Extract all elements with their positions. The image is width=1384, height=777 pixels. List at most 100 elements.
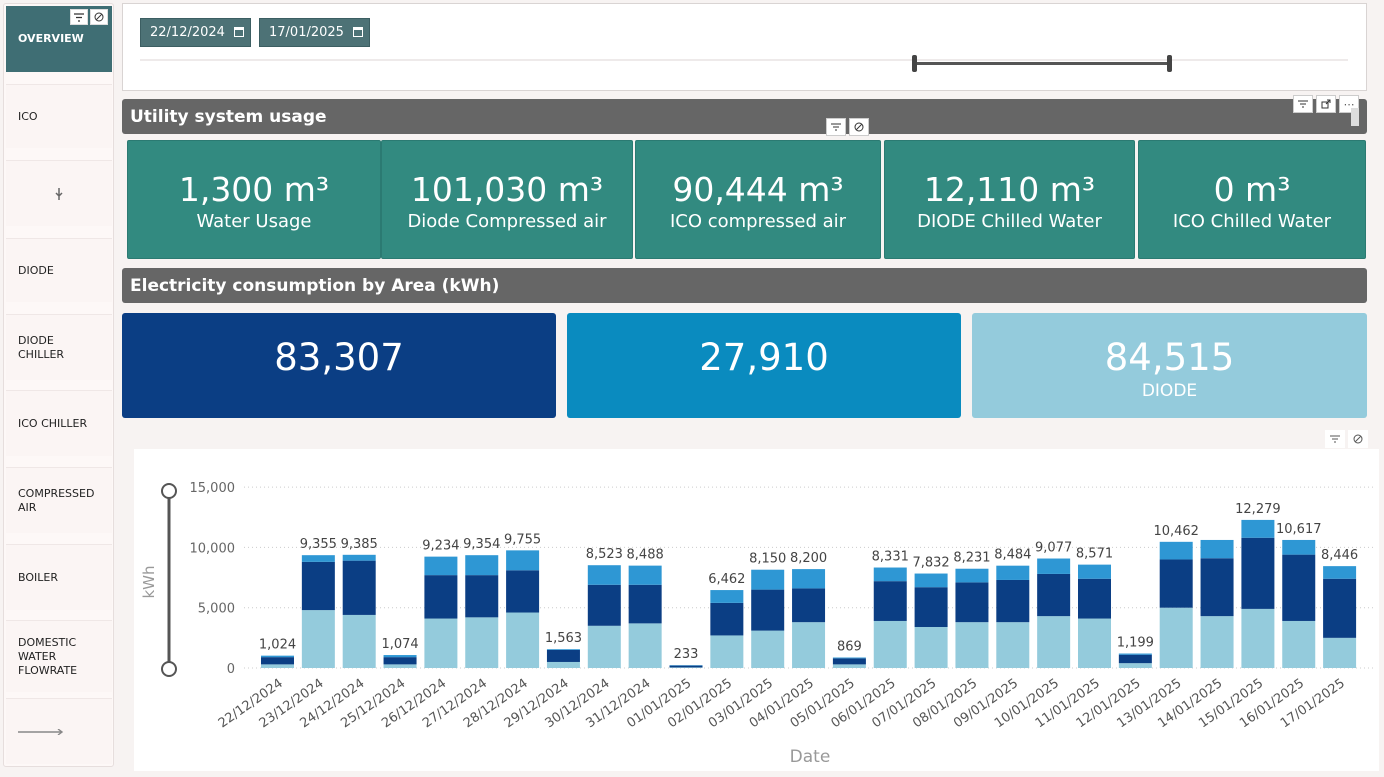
no-filter-icon[interactable] bbox=[849, 118, 869, 136]
bar-segment[interactable] bbox=[1118, 654, 1152, 664]
bar-segment[interactable] bbox=[587, 625, 621, 668]
y-zoom-slider-bottom-handle[interactable] bbox=[161, 661, 177, 677]
bar-segment[interactable] bbox=[628, 584, 662, 624]
bar-segment[interactable] bbox=[1323, 578, 1357, 638]
bar-segment[interactable] bbox=[1323, 566, 1357, 579]
sidebar-item-domestic-water-flowrate[interactable]: DOMESTIC WATER FLOWRATE bbox=[6, 620, 112, 692]
bar-segment[interactable] bbox=[1159, 559, 1193, 608]
bar-segment[interactable] bbox=[628, 623, 662, 668]
bar-segment[interactable] bbox=[383, 657, 417, 665]
bar-segment[interactable] bbox=[1078, 618, 1111, 668]
bar-segment[interactable] bbox=[342, 560, 376, 615]
sidebar-item-icon-button[interactable] bbox=[6, 160, 112, 226]
bar-segment[interactable] bbox=[1159, 541, 1193, 560]
start-date-input[interactable]: 22/12/2024 bbox=[140, 18, 251, 47]
bar-segment[interactable] bbox=[465, 575, 499, 618]
bar-segment[interactable] bbox=[1282, 620, 1316, 668]
bar-segment[interactable] bbox=[546, 649, 580, 662]
bar-segment[interactable] bbox=[710, 635, 744, 668]
bar-segment[interactable] bbox=[873, 581, 907, 621]
scrollbar[interactable] bbox=[1351, 108, 1359, 126]
bar-segment[interactable] bbox=[996, 579, 1030, 623]
bar-segment[interactable] bbox=[383, 664, 417, 668]
bar-segment[interactable] bbox=[996, 565, 1030, 580]
bar-segment[interactable] bbox=[1118, 663, 1152, 668]
bar-segment[interactable] bbox=[628, 565, 662, 585]
bar-segment[interactable] bbox=[465, 617, 499, 668]
bar-segment[interactable] bbox=[424, 556, 458, 576]
bar-segment[interactable] bbox=[1200, 539, 1234, 559]
bar-segment[interactable] bbox=[587, 584, 621, 626]
sidebar-item-overview[interactable]: OVERVIEW bbox=[6, 6, 112, 72]
bar-segment[interactable] bbox=[1159, 607, 1193, 668]
bar-segment[interactable] bbox=[710, 590, 744, 603]
bar-segment[interactable] bbox=[669, 667, 703, 668]
sidebar-item-diode-chiller[interactable]: DIODE CHILLER bbox=[6, 314, 112, 380]
bar-segment[interactable] bbox=[751, 630, 785, 668]
diode-chilled-water-card[interactable]: 12,110 m³ DIODE Chilled Water bbox=[884, 140, 1135, 259]
area-card-2[interactable]: 27,910 bbox=[567, 313, 961, 418]
bar-segment[interactable] bbox=[506, 570, 540, 613]
no-filter-icon[interactable] bbox=[1348, 430, 1368, 448]
bar-segment[interactable] bbox=[914, 587, 948, 627]
diode-compressed-air-card[interactable]: 101,030 m³ Diode Compressed air bbox=[381, 140, 633, 259]
sidebar-item-compressed-air[interactable]: COMPRESSED AIR bbox=[6, 467, 112, 533]
bar-segment[interactable] bbox=[1282, 539, 1316, 555]
bar-segment[interactable] bbox=[792, 622, 826, 668]
area-card-1[interactable]: 83,307 bbox=[122, 313, 556, 418]
filter-icon[interactable] bbox=[1293, 95, 1313, 113]
bar-segment[interactable] bbox=[832, 664, 866, 668]
sidebar-item-ico-chiller[interactable]: ICO CHILLER bbox=[6, 390, 112, 456]
focus-mode-icon[interactable] bbox=[1316, 95, 1336, 113]
bar-segment[interactable] bbox=[832, 658, 866, 665]
date-slider-end-handle[interactable] bbox=[1167, 55, 1172, 72]
bar-segment[interactable] bbox=[506, 550, 540, 571]
sidebar-item-diode[interactable]: DIODE bbox=[6, 238, 112, 302]
bar-segment[interactable] bbox=[1037, 558, 1071, 574]
bar-segment[interactable] bbox=[914, 573, 948, 588]
bar-segment[interactable] bbox=[1200, 558, 1234, 617]
bar-segment[interactable] bbox=[261, 657, 294, 665]
bar-segment[interactable] bbox=[955, 582, 989, 623]
bar-segment[interactable] bbox=[546, 661, 580, 668]
bar-segment[interactable] bbox=[1037, 573, 1071, 617]
bar-segment[interactable] bbox=[301, 610, 335, 668]
bar-segment[interactable] bbox=[301, 555, 335, 562]
bar-segment[interactable] bbox=[751, 589, 785, 631]
sidebar-item-more[interactable] bbox=[6, 698, 112, 764]
ico-compressed-air-card[interactable]: 90,444 m³ ICO compressed air bbox=[635, 140, 881, 259]
calendar-icon[interactable] bbox=[234, 27, 244, 37]
sidebar-item-ico[interactable]: ICO bbox=[6, 84, 112, 148]
bar-segment[interactable] bbox=[1241, 537, 1275, 609]
bar-segment[interactable] bbox=[1078, 564, 1111, 579]
water-usage-card[interactable]: 1,300 m³ Water Usage bbox=[127, 140, 381, 259]
bar-segment[interactable] bbox=[546, 649, 580, 650]
ico-chilled-water-card[interactable]: 0 m³ ICO Chilled Water bbox=[1138, 140, 1366, 259]
bar-segment[interactable] bbox=[1037, 616, 1071, 668]
bar-segment[interactable] bbox=[1241, 608, 1275, 668]
bar-segment[interactable] bbox=[342, 554, 376, 561]
filter-icon[interactable] bbox=[70, 9, 88, 25]
bar-segment[interactable] bbox=[587, 565, 621, 585]
bar-segment[interactable] bbox=[1282, 554, 1316, 621]
bar-segment[interactable] bbox=[465, 555, 499, 576]
bar-segment[interactable] bbox=[1118, 653, 1152, 655]
bar-segment[interactable] bbox=[914, 626, 948, 668]
bar-segment[interactable] bbox=[261, 655, 294, 658]
bar-segment[interactable] bbox=[792, 588, 826, 623]
bar-segment[interactable] bbox=[383, 655, 417, 658]
date-slider-start-handle[interactable] bbox=[912, 55, 917, 72]
bar-segment[interactable] bbox=[301, 561, 335, 611]
bar-segment[interactable] bbox=[751, 569, 785, 590]
end-date-input[interactable]: 17/01/2025 bbox=[259, 18, 370, 47]
bar-segment[interactable] bbox=[1200, 616, 1234, 668]
y-zoom-slider-top-handle[interactable] bbox=[161, 483, 177, 499]
filter-icon[interactable] bbox=[826, 118, 846, 136]
bar-segment[interactable] bbox=[955, 622, 989, 668]
bar-segment[interactable] bbox=[424, 618, 458, 668]
bar-segment[interactable] bbox=[506, 612, 540, 668]
bar-segment[interactable] bbox=[1323, 637, 1357, 668]
bar-segment[interactable] bbox=[832, 657, 866, 659]
area-card-diode[interactable]: 84,515 DIODE bbox=[972, 313, 1367, 418]
bar-segment[interactable] bbox=[1241, 519, 1275, 538]
